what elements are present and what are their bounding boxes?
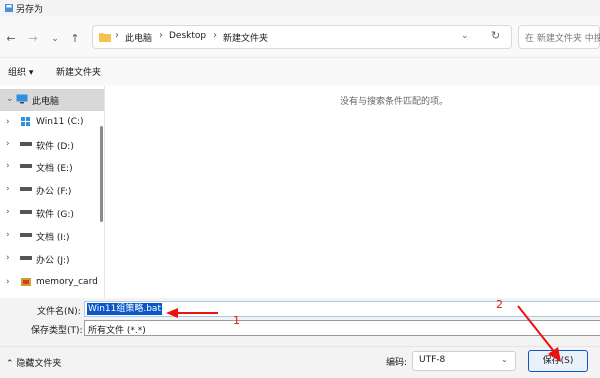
annotation-arrow-1	[166, 308, 218, 318]
annotation-arrow-2	[517, 305, 561, 362]
annotation-label-2: 2	[496, 298, 503, 311]
annotation-overlay	[166, 305, 561, 362]
annotation-label-1: 1	[233, 314, 240, 327]
